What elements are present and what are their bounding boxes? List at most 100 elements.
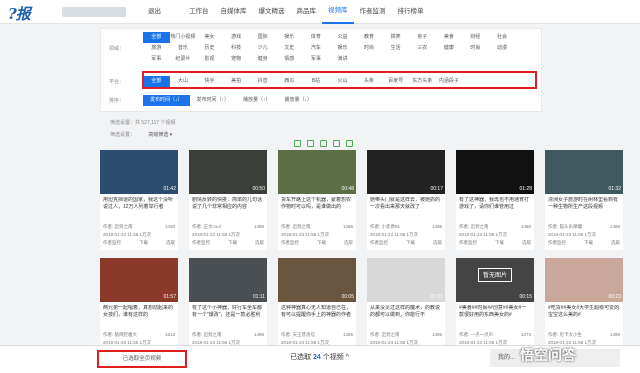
domain-option[interactable]: 三农 xyxy=(409,43,436,54)
video-card[interactable]: 00:50 剧情反转的快挨：简单的几句话说了几个非常相应的内容作者: 正文cool… xyxy=(189,150,267,250)
video-card[interactable]: 01:28 有了这神器，我再也不用通宵打游戏了，请你们谁管用过 作者: 迈到之南 14… xyxy=(456,150,534,250)
select-link[interactable]: 选取 xyxy=(433,240,442,246)
video-thumbnail[interactable]: 00:05 xyxy=(278,258,356,302)
video-card[interactable]: 00:48 货车开路上这个机器，蒙着想农作物时可以吗，是谁做出的 作者: 迈到之南 1… xyxy=(278,150,356,250)
nav-item[interactable]: 爆文精选 xyxy=(253,0,291,24)
domain-option[interactable]: 旅游 xyxy=(143,43,170,54)
video-thumbnail[interactable]: 00:23 xyxy=(545,258,623,302)
video-author[interactable]: 作者: 正文cool xyxy=(192,224,221,230)
video-author[interactable]: 作者: 一点一点声 xyxy=(459,332,493,338)
nav-item[interactable]: 工作台 xyxy=(183,0,215,24)
video-title[interactable]: 有了这个小神器，好行车坐车都有一个"爆改"，还是一款必胜利器 xyxy=(192,305,264,319)
domain-option[interactable]: 历史 xyxy=(196,43,223,54)
domain-option[interactable]: 游戏 xyxy=(223,32,250,43)
video-title[interactable]: #美食##时尚##创意##美女#一款很好用的东西美女的# xyxy=(459,305,531,319)
expand-icon[interactable] xyxy=(320,140,327,147)
domain-option[interactable]: 娱乐 xyxy=(329,43,356,54)
sort-option[interactable]: 播放量（↓） xyxy=(278,95,320,106)
app-logo[interactable]: ?报 xyxy=(8,3,31,24)
video-card[interactable]: 01:57 两兄弟一起唱着，真想动起来的女孩们，谁有这样的 作者: 猿简腔雅大 151… xyxy=(100,258,178,358)
select-link[interactable]: 选取 xyxy=(255,240,264,246)
domain-option[interactable]: 美女 xyxy=(196,32,223,43)
video-card[interactable]: 00:23 #吃货##美女#大学生超级可爱的宝宝这么美的# 作者: 尼卡大小生 149… xyxy=(545,258,623,358)
domain-option[interactable]: 搞笑 xyxy=(382,32,409,43)
video-thumbnail[interactable]: 00:26 xyxy=(367,258,445,302)
domain-option[interactable]: 健身 xyxy=(249,54,276,65)
download-link[interactable]: 下载 xyxy=(495,240,504,246)
video-card[interactable]: 00:05 这种神器真心无人知道自己在，有可以提醒你手上的神器的作者 作者: 天王普… xyxy=(278,258,356,358)
download-link[interactable]: 下载 xyxy=(317,240,326,246)
domain-option[interactable]: 体育 xyxy=(303,32,330,43)
download-link[interactable]: 下载 xyxy=(584,240,593,246)
domain-option[interactable]: 科技 xyxy=(223,43,250,54)
video-author[interactable]: 作者: 尼卡大小生 xyxy=(548,332,582,338)
video-author[interactable]: 作者: 迈到之南 xyxy=(192,332,222,338)
domain-option[interactable]: 生活 xyxy=(382,43,409,54)
sort-option[interactable]: 发布时间（↓） xyxy=(143,95,190,106)
download-link[interactable]: 下载 xyxy=(139,240,148,246)
domain-option[interactable]: 军事 xyxy=(303,54,330,65)
nav-item[interactable]: 自媒体库 xyxy=(215,0,253,24)
select-link[interactable]: 选取 xyxy=(344,240,353,246)
video-author[interactable]: 作者: 迈到之南 xyxy=(281,224,311,230)
video-title[interactable]: 货车开路上这个机器，蒙着想农作物时可以吗，是谁做出的 xyxy=(281,197,353,211)
video-author[interactable]: 作者: 小赤原51 xyxy=(370,224,400,230)
video-card[interactable]: 00:17 她带头门就是这样去，被她抓的一次看出来那天就改了 作者: 小赤原51 14… xyxy=(367,150,445,250)
select-icon[interactable] xyxy=(294,140,301,147)
domain-option[interactable]: 少儿 xyxy=(249,43,276,54)
video-thumbnail[interactable]: 01:57 xyxy=(100,258,178,302)
domain-option[interactable]: 动漫 xyxy=(489,43,516,54)
selected-count[interactable]: 已选取 24 个视频 ^ xyxy=(290,352,349,362)
delete-icon[interactable] xyxy=(346,140,353,147)
select-all-button[interactable]: 已选取全页视频 xyxy=(97,350,187,368)
domain-option[interactable]: 教育 xyxy=(356,32,383,43)
video-author[interactable]: 作者: 迈到之南 xyxy=(459,224,489,230)
domain-option[interactable]: 亲子 xyxy=(409,32,436,43)
nav-item[interactable]: 商品库 xyxy=(291,0,323,24)
domain-option[interactable]: 音乐 xyxy=(170,43,197,54)
domain-option[interactable]: 热门小视频 xyxy=(170,32,197,43)
domain-option[interactable]: 社会 xyxy=(489,32,516,43)
domain-option[interactable]: 时尚 xyxy=(462,43,489,54)
video-thumbnail[interactable]: 00:17 xyxy=(367,150,445,194)
video-title[interactable]: 漂洲女子旅游时在树林里看到有一种生物所生产这段视频 xyxy=(548,197,620,211)
advanced-filter-dropdown[interactable]: 高级筛选 ▾ xyxy=(148,132,172,138)
video-card[interactable]: 01:32 漂洲女子旅游时在树林里看到有一种生物所生产这段视频 作者: 猫头乐保罐 1… xyxy=(545,150,623,250)
video-title[interactable]: 剧情反转的快挨：简单的几句话说了几个非常相应的内容 xyxy=(192,197,264,211)
domain-option[interactable]: 情感 xyxy=(276,54,303,65)
video-thumbnail[interactable]: 暂无图片 00:15 xyxy=(456,258,534,302)
video-thumbnail[interactable]: 00:50 xyxy=(189,150,267,194)
domain-option[interactable]: 文史 xyxy=(276,43,303,54)
domain-option[interactable]: 国际 xyxy=(249,32,276,43)
video-card[interactable]: 暂无图片 00:15 #美食##时尚##创意##美女#一款很好用的东西美女的# 作者:… xyxy=(456,258,534,358)
video-thumbnail[interactable]: 01:11 xyxy=(189,258,267,302)
select-link[interactable]: 选取 xyxy=(522,240,531,246)
video-title[interactable]: 她带头门就是这样去，被她抓的一次看出来那天就改了 xyxy=(370,197,442,211)
video-thumbnail[interactable]: 01:32 xyxy=(545,150,623,194)
domain-option[interactable]: 演讲 xyxy=(329,54,356,65)
monitor-link[interactable]: 作者监控 xyxy=(459,240,477,246)
video-author[interactable]: 作者: 猿简腔雅大 xyxy=(103,332,137,338)
nav-item[interactable]: 排行榜单 xyxy=(392,0,430,24)
video-author[interactable]: 作者: 天王普洛信 xyxy=(281,332,315,338)
video-title[interactable]: 有了这神器，我再也不用通宵打游戏了，请你们谁管用过 xyxy=(459,197,531,211)
video-thumbnail[interactable]: 00:48 xyxy=(278,150,356,194)
nav-item[interactable]: 作者监测 xyxy=(354,0,392,24)
sort-option[interactable]: 发布时间（↑） xyxy=(190,95,237,106)
monitor-link[interactable]: 作者监控 xyxy=(103,240,121,246)
domain-option[interactable]: 汽车 xyxy=(303,43,330,54)
video-card[interactable]: 01:42 用坦克挡道的国家，我这个没听说过人，12万人列着举行者 作者: 迈到之南… xyxy=(100,150,178,250)
video-title[interactable]: #吃货##美女#大学生超级可爱的宝宝这么美的# xyxy=(548,305,620,319)
video-author[interactable]: 作者: 迈到之南 xyxy=(370,332,400,338)
monitor-link[interactable]: 作者监控 xyxy=(281,240,299,246)
domain-option[interactable]: 军事 xyxy=(143,54,170,65)
copy-icon[interactable] xyxy=(333,140,340,147)
monitor-link[interactable]: 作者监控 xyxy=(192,240,210,246)
select-link[interactable]: 选取 xyxy=(166,240,175,246)
video-title[interactable]: 用坦克挡道的国家，我这个没听说过人，12万人列着举行者 xyxy=(103,197,175,211)
sort-option[interactable]: 播放量（↑） xyxy=(236,95,278,106)
nav-item[interactable]: 视频库 xyxy=(322,0,354,24)
domain-option[interactable]: 健康 xyxy=(436,43,463,54)
monitor-link[interactable]: 作者监控 xyxy=(548,240,566,246)
domain-option[interactable]: 影视 xyxy=(196,54,223,65)
